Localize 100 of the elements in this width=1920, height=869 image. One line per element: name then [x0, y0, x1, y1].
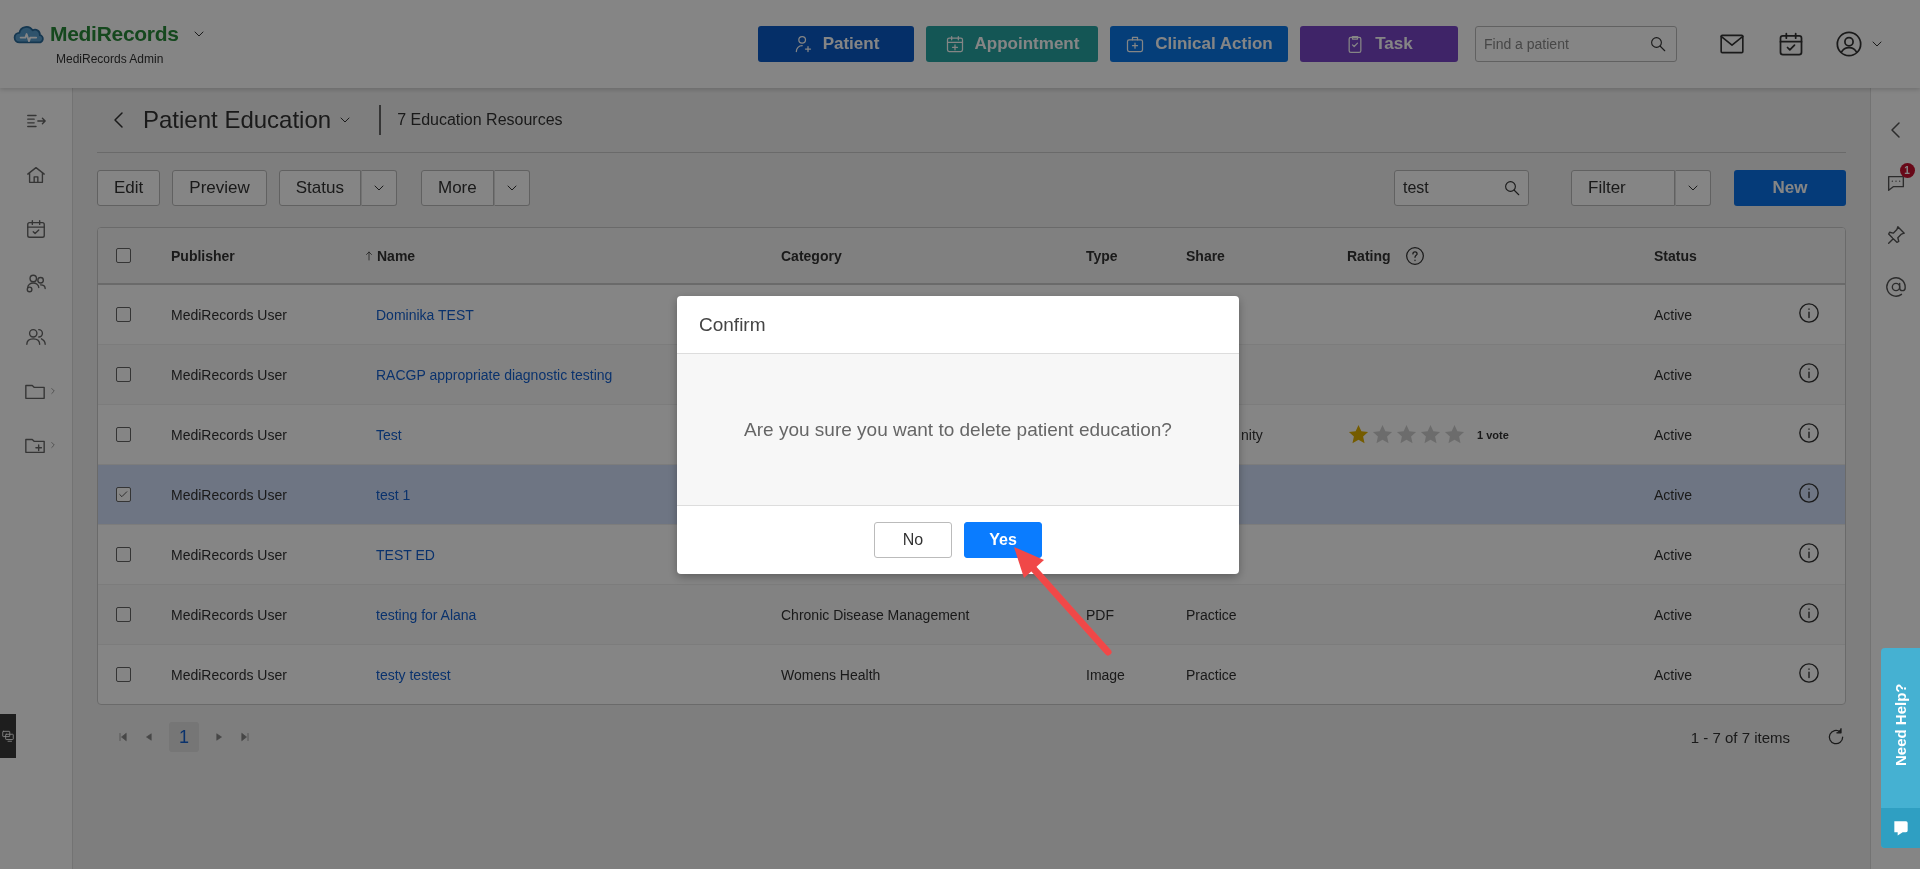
checkbox[interactable]: [116, 248, 131, 263]
resource-link[interactable]: testy testest: [363, 666, 451, 683]
table-cell: Active: [1654, 366, 1693, 383]
checkbox[interactable]: [116, 607, 131, 622]
patient-search-field[interactable]: Find a patient: [1475, 26, 1677, 62]
dropdown-button[interactable]: More: [420, 170, 494, 206]
yes-button[interactable]: Yes: [964, 522, 1042, 558]
dialog-title: Confirm: [698, 312, 767, 337]
last-page-icon[interactable]: [239, 731, 251, 743]
table-cell: nity: [1241, 426, 1263, 443]
page-title: Patient Education: [143, 106, 332, 134]
item-range: 1 - 7 of 7 items: [1690, 728, 1790, 746]
dialog-message: Are you sure you want to delete patient education?: [744, 418, 1172, 441]
table-cell: MediRecords User: [171, 486, 287, 503]
medical-kit-icon: [1125, 34, 1146, 54]
star-icon: [1395, 423, 1418, 446]
star-icon: [1371, 423, 1394, 446]
search-icon: [1503, 179, 1521, 197]
mention-icon[interactable]: [1884, 276, 1907, 298]
column-header[interactable]: Name: [363, 247, 781, 264]
new-button[interactable]: New: [1734, 170, 1846, 206]
page-button[interactable]: 1: [169, 722, 199, 752]
checkbox[interactable]: [116, 547, 131, 562]
calendar-plus-icon: [944, 34, 965, 54]
table-cell: MediRecords User: [171, 426, 287, 443]
table-cell: Active: [1654, 666, 1693, 683]
resource-count: 7 Education Resources: [397, 111, 563, 129]
clinical-button[interactable]: Clinical Action: [1110, 26, 1288, 62]
account-name: MediRecords Admin: [56, 52, 164, 66]
logo-text: MediRecords: [50, 22, 179, 46]
table-cell: Active: [1654, 546, 1693, 563]
dropdown-toggle[interactable]: [360, 170, 397, 206]
column-header[interactable]: Rating: [1347, 245, 1654, 266]
info-icon[interactable]: [1798, 422, 1820, 444]
toolbar-button[interactable]: Preview: [172, 170, 267, 206]
table-cell: Chronic Disease Management: [781, 606, 970, 623]
task-button[interactable]: Task: [1300, 26, 1458, 62]
star-icon: [1419, 423, 1442, 446]
user-icon[interactable]: [1835, 30, 1863, 58]
column-header[interactable]: Status: [1654, 247, 1798, 264]
info-icon[interactable]: [1798, 542, 1820, 564]
column-header[interactable]: Type: [1086, 247, 1186, 264]
patient-button[interactable]: Patient: [758, 26, 914, 62]
people-icon[interactable]: [25, 326, 47, 348]
table-cell: MediRecords User: [171, 546, 287, 563]
star-icon: [1347, 423, 1370, 446]
table-cell: Image: [1086, 666, 1125, 683]
filter-button[interactable]: Filter: [1571, 170, 1675, 206]
refresh-icon[interactable]: [1826, 727, 1846, 747]
info-icon[interactable]: [1798, 602, 1820, 624]
dropdown-button[interactable]: Status: [278, 170, 361, 206]
no-button[interactable]: No: [874, 522, 952, 558]
checkbox[interactable]: [116, 667, 131, 682]
checkbox[interactable]: [116, 367, 131, 382]
info-icon[interactable]: [1798, 662, 1820, 684]
table-cell: MediRecords User: [171, 366, 287, 383]
column-header[interactable]: Publisher: [171, 247, 363, 264]
star-icon: [1443, 423, 1466, 446]
appointment-button[interactable]: Appointment: [926, 26, 1098, 62]
people-group-icon[interactable]: [25, 272, 47, 294]
dropdown-toggle[interactable]: [493, 170, 530, 206]
table-cell: Active: [1654, 426, 1693, 443]
table-cell: Active: [1654, 606, 1693, 623]
table-cell: Active: [1654, 306, 1693, 323]
search-icon: [1649, 35, 1667, 53]
resource-link[interactable]: test 1: [363, 486, 411, 503]
table-cell: Active: [1654, 486, 1693, 503]
search-field[interactable]: test: [1394, 170, 1529, 206]
calendar-icon[interactable]: [1777, 30, 1805, 58]
table-cell: Womens Health: [781, 666, 881, 683]
previous-page-icon[interactable]: [143, 731, 155, 743]
next-page-icon[interactable]: [213, 731, 225, 743]
notification-badge: 1: [1899, 163, 1915, 178]
resource-link[interactable]: TEST ED: [363, 546, 435, 563]
monitor-icon: [1, 729, 15, 743]
table-row[interactable]: MediRecords User testy testest Womens Health Image Practice Active: [98, 645, 1845, 704]
table-cell: Practice: [1186, 606, 1237, 623]
toolbar-button[interactable]: Edit: [97, 170, 161, 206]
info-icon[interactable]: [1798, 302, 1820, 324]
resource-link[interactable]: Dominika TEST: [363, 306, 474, 323]
first-page-icon[interactable]: [117, 731, 129, 743]
info-icon[interactable]: [1798, 482, 1820, 504]
home-icon[interactable]: [25, 164, 47, 186]
table-cell: MediRecords User: [171, 606, 287, 623]
dropdown-toggle[interactable]: [1675, 170, 1711, 206]
resource-link[interactable]: RACGP appropriate diagnostic testing: [363, 366, 613, 383]
help-tab[interactable]: Need Help?: [1881, 648, 1920, 848]
resource-link[interactable]: Test: [363, 426, 402, 443]
resource-link[interactable]: testing for Alana: [363, 606, 477, 623]
calendar-icon[interactable]: [25, 218, 47, 240]
display-button[interactable]: [0, 714, 16, 758]
info-icon[interactable]: [1798, 362, 1820, 384]
table-cell: PDF: [1086, 606, 1114, 623]
checkbox[interactable]: [116, 487, 131, 502]
checkbox[interactable]: [116, 427, 131, 442]
column-header[interactable]: Category: [781, 247, 1086, 264]
column-header[interactable]: Share: [1186, 247, 1347, 264]
table-cell: MediRecords User: [171, 666, 287, 683]
checkbox[interactable]: [116, 307, 131, 322]
help-icon: [1404, 245, 1425, 266]
